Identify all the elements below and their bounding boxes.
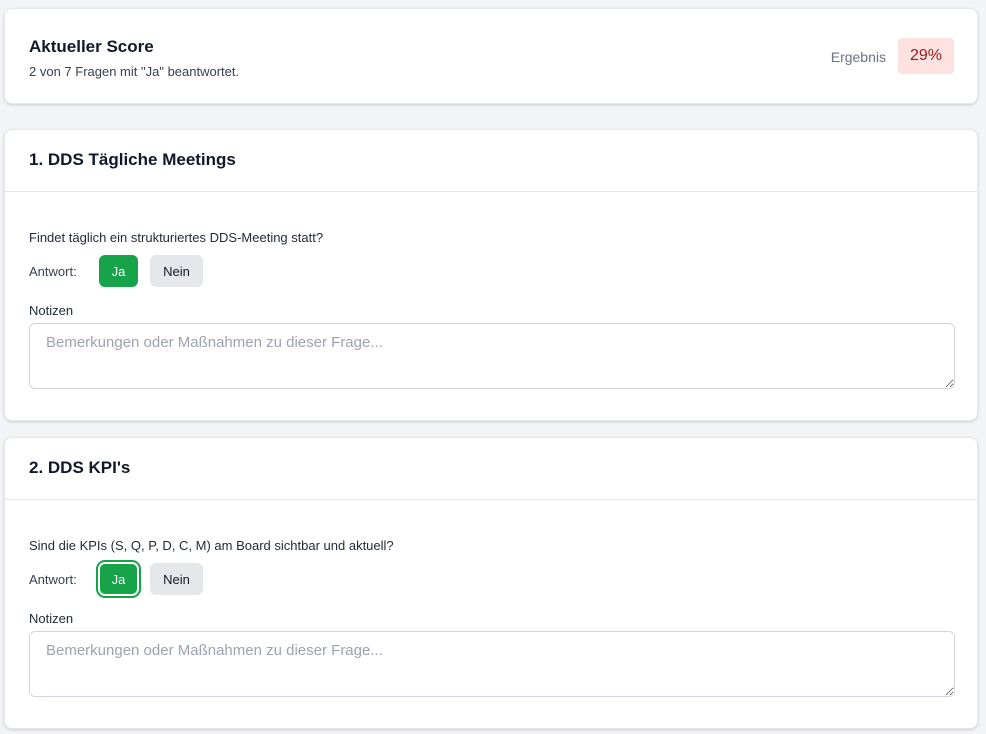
yes-button[interactable]: Ja [96, 560, 141, 598]
no-button[interactable]: Nein [150, 563, 203, 595]
result-label: Ergebnis [830, 49, 886, 65]
notes-label: Notizen [29, 611, 74, 626]
answer-row: Antwort: Ja Nein [29, 560, 203, 598]
question-text: Sind die KPIs (S, Q, P, D, C, M) am Boar… [29, 538, 394, 553]
result-badge: 29% [898, 38, 954, 74]
section-title: 1. DDS Tägliche Meetings [29, 150, 236, 169]
answer-row: Antwort: Ja Nein [29, 255, 203, 287]
score-title: Aktueller Score [29, 37, 154, 56]
page: Aktueller Score 2 von 7 Fragen mit "Ja" … [0, 0, 986, 734]
yes-button[interactable]: Ja [99, 255, 138, 287]
question-card-header: 2. DDS KPI's [5, 438, 977, 500]
section-title: 2. DDS KPI's [29, 458, 131, 477]
no-button[interactable]: Nein [150, 255, 203, 287]
notes-label: Notizen [29, 303, 74, 318]
question-text: Findet täglich ein strukturiertes DDS-Me… [29, 230, 324, 245]
question-card-header: 1. DDS Tägliche Meetings [5, 130, 977, 192]
notes-textarea[interactable] [29, 631, 955, 697]
answer-label: Antwort: [29, 263, 77, 279]
score-subtitle: 2 von 7 Fragen mit "Ja" beantwortet. [29, 64, 240, 79]
score-card: Aktueller Score 2 von 7 Fragen mit "Ja" … [4, 8, 978, 104]
answer-label: Antwort: [29, 571, 77, 587]
question-card-2: 2. DDS KPI's Sind die KPIs (S, Q, P, D, … [4, 437, 978, 729]
question-card-1: 1. DDS Tägliche Meetings Findet täglich … [4, 129, 978, 421]
notes-textarea[interactable] [29, 323, 955, 389]
